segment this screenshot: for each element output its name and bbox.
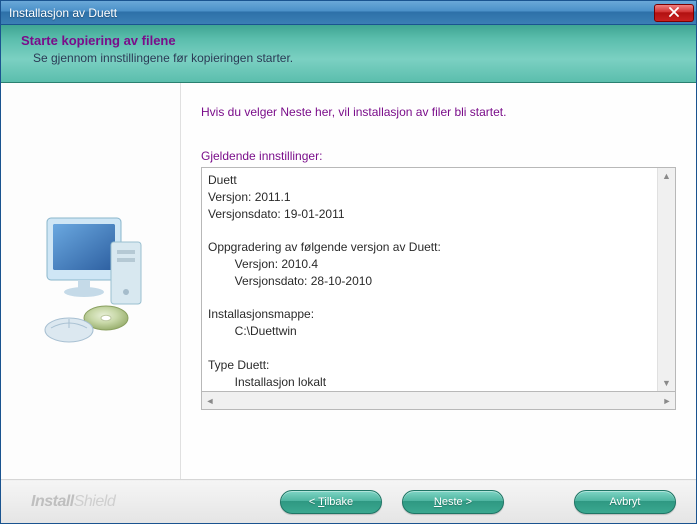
intro-text: Hvis du velger Neste her, vil installasj… xyxy=(201,105,676,119)
settings-label: Gjeldende innstillinger: xyxy=(201,149,676,163)
close-icon xyxy=(669,6,679,20)
scroll-down-icon[interactable]: ▼ xyxy=(659,375,675,391)
cancel-button-label: Avbryt xyxy=(610,496,641,508)
illustration-pane xyxy=(1,83,181,479)
content-pane: Hvis du velger Neste her, vil installasj… xyxy=(181,83,696,479)
installshield-logo: InstallShield xyxy=(31,493,115,511)
next-button[interactable]: Neste > xyxy=(402,490,504,514)
vertical-scrollbar[interactable]: ▲ ▼ xyxy=(657,168,675,391)
scroll-right-icon[interactable]: ► xyxy=(659,393,675,409)
brand-light: Shield xyxy=(74,493,115,510)
scroll-up-icon[interactable]: ▲ xyxy=(659,168,675,184)
horizontal-scrollbar[interactable]: ◄ ► xyxy=(201,392,676,410)
titlebar: Installasjon av Duett xyxy=(1,1,696,25)
window-title: Installasjon av Duett xyxy=(9,6,654,20)
settings-textbox[interactable]: Duett Versjon: 2011.1 Versjonsdato: 19-0… xyxy=(201,167,676,392)
scroll-left-icon[interactable]: ◄ xyxy=(202,393,218,409)
installer-window: Installasjon av Duett Starte kopiering a… xyxy=(0,0,697,524)
back-button-label: < Tilbake xyxy=(309,496,353,508)
settings-content: Duett Versjon: 2011.1 Versjonsdato: 19-0… xyxy=(208,172,669,390)
close-button[interactable] xyxy=(654,4,694,22)
settings-box-wrap: Duett Versjon: 2011.1 Versjonsdato: 19-0… xyxy=(201,167,676,469)
computer-illustration-icon xyxy=(21,200,161,363)
wizard-body: Hvis du velger Neste her, vil installasj… xyxy=(1,83,696,479)
wizard-footer: InstallShield < Tilbake Neste > Avbryt xyxy=(1,481,696,523)
wizard-step-subtitle: Se gjennom innstillingene før kopieringe… xyxy=(21,51,676,65)
brand-bold: Install xyxy=(31,493,74,510)
cancel-button[interactable]: Avbryt xyxy=(574,490,676,514)
wizard-header: Starte kopiering av filene Se gjennom in… xyxy=(1,25,696,83)
next-button-label: Neste > xyxy=(434,496,472,508)
back-button[interactable]: < Tilbake xyxy=(280,490,382,514)
wizard-step-title: Starte kopiering av filene xyxy=(21,33,676,48)
